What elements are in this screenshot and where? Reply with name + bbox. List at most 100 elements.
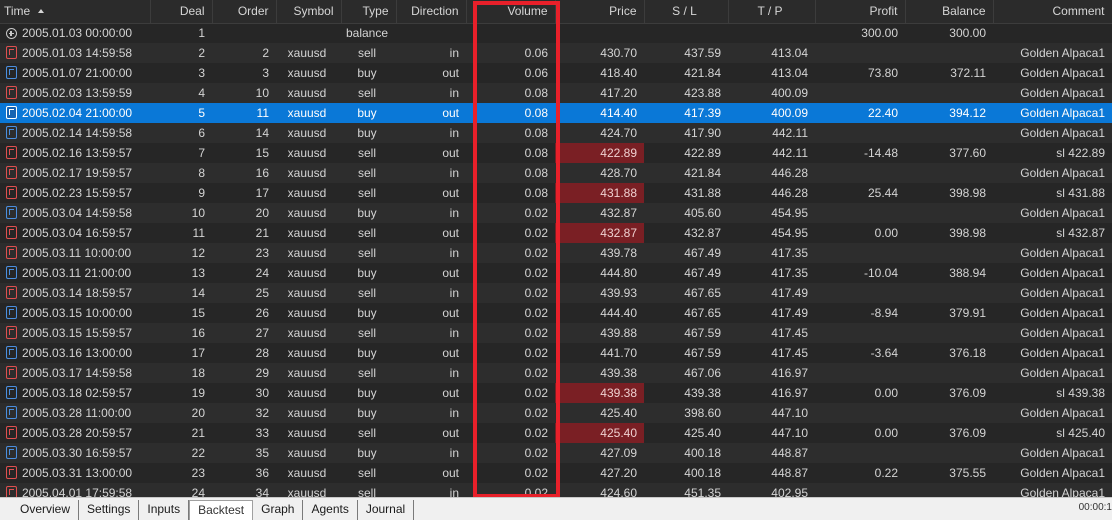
cell-volume: 0.08 (466, 123, 555, 143)
buy-deal-icon (6, 306, 17, 319)
deal-row[interactable]: 2005.03.16 13:00:00 17 28 xauusd buy out 0.02 4… (0, 343, 1112, 363)
tab-settings[interactable]: Settings (79, 500, 140, 520)
cell-price: 439.78 (555, 243, 644, 263)
col-header-price[interactable]: Price (555, 0, 645, 24)
tab-backtest[interactable]: Backtest (189, 500, 254, 520)
cell-symbol: xauusd (276, 443, 341, 463)
tab-overview[interactable]: Overview (12, 500, 80, 520)
col-header-comment[interactable]: Comment (993, 0, 1112, 24)
deal-row[interactable]: 2005.03.31 13:00:00 23 36 xauusd sell out 0.02… (0, 463, 1112, 483)
cell-comment: Golden Alpaca1 (993, 483, 1112, 497)
deal-row[interactable]: 2005.03.28 11:00:00 20 32 xauusd buy in 0.02 42… (0, 403, 1112, 423)
cell-direction (396, 23, 466, 43)
col-header-type[interactable]: Type (341, 0, 397, 24)
deal-row[interactable]: 2005.02.03 13:59:59 4 10 xauusd sell in 0.08 41… (0, 83, 1112, 103)
tab-journal[interactable]: Journal (358, 500, 415, 520)
deal-row[interactable]: 2005.04.01 17:59:58 24 34 xauusd sell in 0.02 4… (0, 483, 1112, 497)
cell-direction: in (396, 403, 466, 423)
col-header-direction[interactable]: Direction (396, 0, 467, 24)
cell-price: 425.40 (555, 403, 644, 423)
col-header-symbol[interactable]: Symbol (276, 0, 342, 24)
col-header-balance[interactable]: Balance (905, 0, 994, 24)
deal-row[interactable]: 2005.01.07 21:00:00 3 3 xauusd buy out 0.06 418… (0, 63, 1112, 83)
col-header-order[interactable]: Order (212, 0, 277, 24)
cell-deal: 18 (150, 363, 212, 383)
cell-comment (993, 23, 1112, 43)
cell-symbol: xauusd (276, 423, 341, 443)
cell-tp: 417.49 (728, 283, 815, 303)
deal-row[interactable]: 2005.03.11 10:00:00 12 23 xauusd sell in 0.02 4… (0, 243, 1112, 263)
cell-deal: 3 (150, 63, 212, 83)
cell-profit: 73.80 (815, 63, 905, 83)
cell-order: 10 (212, 83, 276, 103)
cell-profit (815, 43, 905, 63)
cell-balance (905, 443, 993, 463)
deal-row[interactable]: 2005.03.18 02:59:57 19 30 xauusd buy out 0.02 4… (0, 383, 1112, 403)
cell-price (555, 23, 644, 43)
deals-table: Time Deal Order Symbol Type Direction Vo… (0, 0, 1112, 497)
cell-volume: 0.08 (466, 183, 555, 203)
deal-row[interactable]: 2005.03.28 20:59:57 21 33 xauusd sell out 0.02… (0, 423, 1112, 443)
col-header-deal[interactable]: Deal (150, 0, 213, 24)
deal-row[interactable]: 2005.03.15 10:00:00 15 26 xauusd buy out 0.02 4… (0, 303, 1112, 323)
cell-deal: 12 (150, 243, 212, 263)
time-text: 2005.02.04 21:00:00 (22, 106, 133, 120)
cell-type: sell (341, 163, 396, 183)
deal-row[interactable]: 2005.02.17 19:59:57 8 16 xauusd sell in 0.08 42… (0, 163, 1112, 183)
cell-type: buy (341, 263, 396, 283)
cell-comment: sl 425.40 (993, 423, 1112, 443)
cell-direction: in (396, 323, 466, 343)
deal-row[interactable]: 2005.03.04 16:59:57 11 21 xauusd sell out 0.02… (0, 223, 1112, 243)
deal-row[interactable]: 2005.03.14 18:59:57 14 25 xauusd sell in 0.02 4… (0, 283, 1112, 303)
tab-agents[interactable]: Agents (303, 500, 358, 520)
cell-price: 417.20 (555, 83, 644, 103)
deal-row[interactable]: 2005.01.03 00:00:00 1 balance 300.00 300.00 (0, 23, 1112, 43)
col-header-volume[interactable]: Volume (466, 0, 556, 24)
cell-profit: 0.00 (815, 223, 905, 243)
deal-row[interactable]: 2005.02.04 21:00:00 5 11 xauusd buy out 0.08 41… (0, 103, 1112, 123)
cell-price: 444.40 (555, 303, 644, 323)
tab-inputs[interactable]: Inputs (139, 500, 190, 520)
cell-volume: 0.02 (466, 383, 555, 403)
cell-tp: 442.11 (728, 123, 815, 143)
cell-volume: 0.02 (466, 343, 555, 363)
cell-direction: in (396, 83, 466, 103)
cell-deal: 17 (150, 343, 212, 363)
col-header-time[interactable]: Time (0, 0, 151, 24)
cell-volume: 0.02 (466, 483, 555, 497)
deal-row[interactable]: 2005.02.14 14:59:58 6 14 xauusd buy in 0.08 424… (0, 123, 1112, 143)
cell-profit (815, 323, 905, 343)
cell-symbol: xauusd (276, 263, 341, 283)
col-header-sl[interactable]: S / L (644, 0, 729, 24)
deal-row[interactable]: 2005.03.30 16:59:57 22 35 xauusd buy in 0.02 42… (0, 443, 1112, 463)
deal-row[interactable]: 2005.03.15 15:59:57 16 27 xauusd sell in 0.02 4… (0, 323, 1112, 343)
cell-comment: Golden Alpaca1 (993, 203, 1112, 223)
cell-tp: 417.45 (728, 323, 815, 343)
deal-row[interactable]: 2005.03.04 14:59:58 10 20 xauusd buy in 0.02 43… (0, 203, 1112, 223)
deal-row[interactable]: 2005.03.17 14:59:58 18 29 xauusd sell in 0.02 4… (0, 363, 1112, 383)
col-header-tp[interactable]: T / P (728, 0, 816, 24)
cell-direction: in (396, 443, 466, 463)
deal-row[interactable]: 2005.02.23 15:59:57 9 17 xauusd sell out 0.08 4… (0, 183, 1112, 203)
deal-row[interactable]: 2005.02.16 13:59:57 7 15 xauusd sell out 0.08 4… (0, 143, 1112, 163)
cell-type: buy (341, 383, 396, 403)
cell-deal: 1 (150, 23, 212, 43)
cell-tp: 454.95 (728, 223, 815, 243)
col-header-profit[interactable]: Profit (815, 0, 906, 24)
cell-sl: 437.59 (644, 43, 728, 63)
deal-row[interactable]: 2005.03.11 21:00:00 13 24 xauusd buy out 0.02 4… (0, 263, 1112, 283)
tab-graph[interactable]: Graph (253, 500, 304, 520)
cell-comment: Golden Alpaca1 (993, 463, 1112, 483)
cell-volume: 0.02 (466, 243, 555, 263)
cell-sl: 421.84 (644, 163, 728, 183)
cell-balance (905, 483, 993, 497)
cell-price: 424.60 (555, 483, 644, 497)
cell-symbol: xauusd (276, 83, 341, 103)
cell-symbol: xauusd (276, 43, 341, 63)
cell-tp: 416.97 (728, 383, 815, 403)
cell-balance (905, 43, 993, 63)
cell-price: 414.40 (555, 103, 644, 123)
deal-row[interactable]: 2005.01.03 14:59:58 2 2 xauusd sell in 0.06 430… (0, 43, 1112, 63)
cell-time: 2005.02.14 14:59:58 (0, 123, 150, 143)
cell-profit: 0.22 (815, 463, 905, 483)
